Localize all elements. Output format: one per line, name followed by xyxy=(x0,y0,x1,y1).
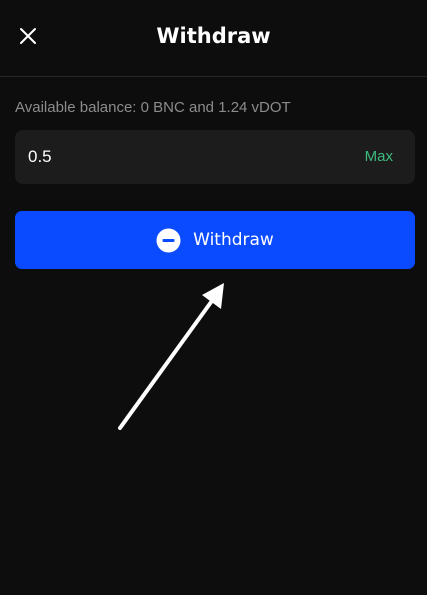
page-title: Withdraw xyxy=(156,24,271,48)
withdraw-screen: Withdraw Available balance: 0 BNC and 1.… xyxy=(0,0,427,595)
withdraw-button[interactable]: Withdraw xyxy=(15,211,415,269)
amount-input[interactable] xyxy=(28,130,328,184)
available-balance: Available balance: 0 BNC and 1.24 vDOT xyxy=(15,99,291,116)
header: Withdraw xyxy=(0,0,427,77)
arrow-annotation xyxy=(118,283,224,430)
minus-circle-icon xyxy=(156,228,181,252)
amount-field: Max xyxy=(15,130,415,184)
max-button[interactable]: Max xyxy=(365,130,393,184)
withdraw-label: Withdraw xyxy=(193,230,274,250)
